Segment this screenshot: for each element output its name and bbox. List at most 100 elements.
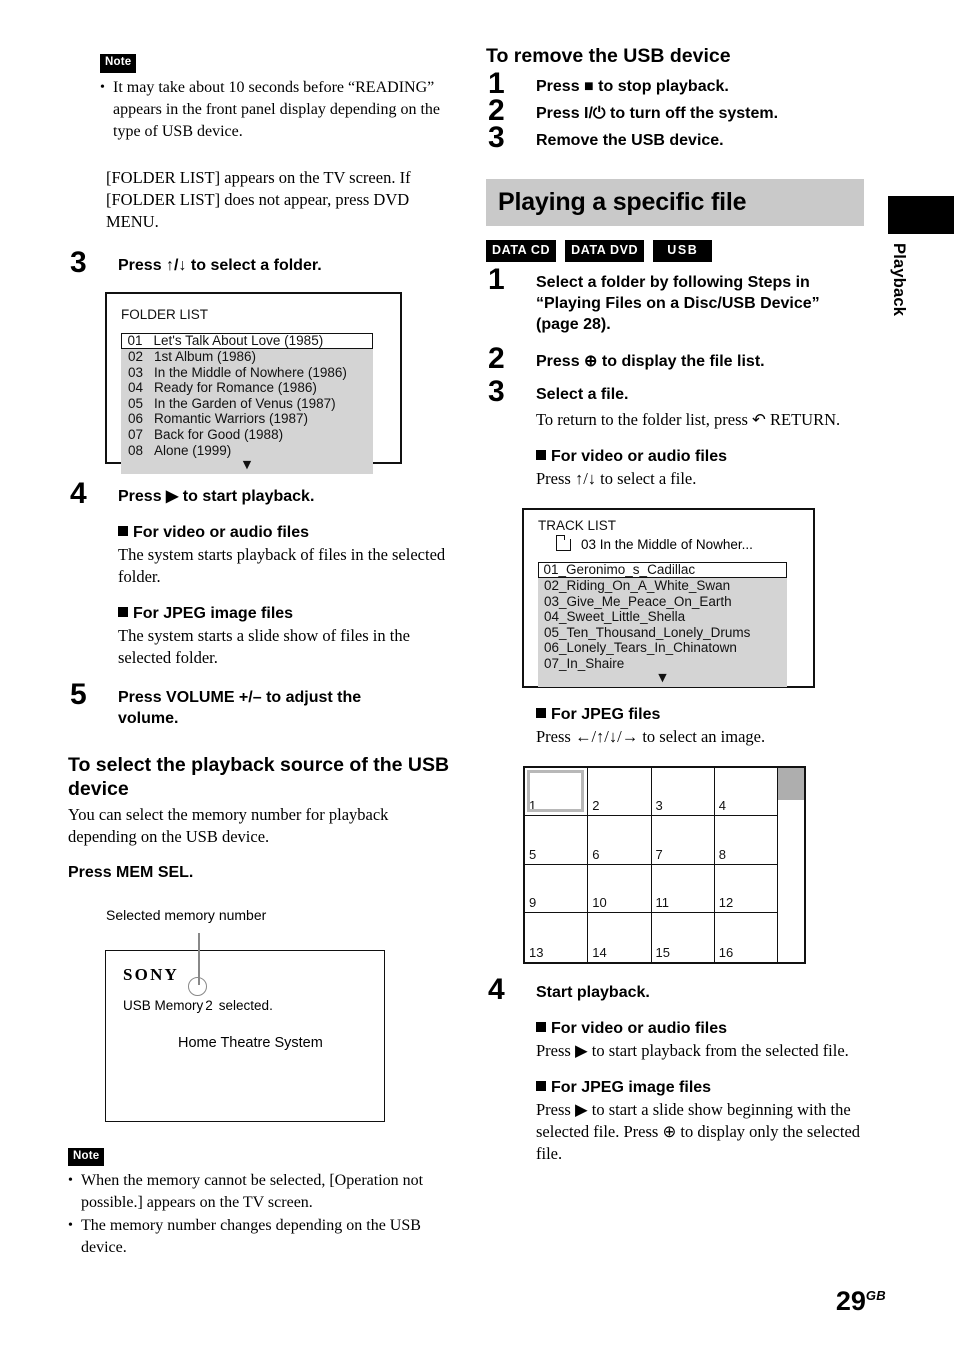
thumbnail-cell[interactable]: 5 xyxy=(525,816,589,865)
remove-step-3: 3 Remove the USB device. xyxy=(486,123,864,153)
thumbnail-cell[interactable]: 7 xyxy=(651,816,715,865)
track-list-item[interactable]: 05_Ten_Thousand_Lonely_Drums xyxy=(538,625,787,641)
step-title: Start playback. xyxy=(536,983,650,1001)
thumbnail-cell[interactable]: 1 xyxy=(525,767,589,816)
folder-list-item[interactable]: 06 Romantic Warriors (1987) xyxy=(121,412,373,428)
left-column: Note It may take about 10 seconds before… xyxy=(68,52,453,1260)
thumbnail-cell[interactable]: 9 xyxy=(525,864,589,913)
badge-usb: USB xyxy=(653,240,713,262)
scroll-down-caret-icon[interactable]: ▼ xyxy=(121,459,373,470)
folder-list-item[interactable]: 05 In the Garden of Venus (1987) xyxy=(121,396,373,412)
section-heading: To select the playback source of the USB… xyxy=(68,753,450,800)
section-heading-remove-usb: To remove the USB device xyxy=(486,45,731,67)
subsection-jpeg-image-body: Press ▶ to start a slide show beginning … xyxy=(536,1099,861,1163)
display-line-model: Home Theatre System xyxy=(178,1034,323,1051)
thumbnail-label: 10 xyxy=(592,895,607,910)
thumbnail-cell[interactable]: 2 xyxy=(588,767,652,816)
thumbnail-scrollbar[interactable] xyxy=(778,767,804,962)
folder-item-name: 1st Album (1986) xyxy=(154,349,257,365)
subsection-jpeg-heading: For JPEG files xyxy=(536,704,864,725)
thumbnail-label: 12 xyxy=(718,895,734,910)
note-item: The memory number changes depending on t… xyxy=(68,1215,453,1259)
current-folder-label: 03 In the Middle of Nowher... xyxy=(581,536,753,552)
subsection-video-audio-body: The system starts playback of files in t… xyxy=(118,544,446,586)
thumbnail-cell[interactable]: 3 xyxy=(651,767,715,816)
thumbnail-label: 5 xyxy=(529,846,537,862)
square-bullet-icon xyxy=(118,606,128,617)
track-list-item[interactable]: 04_Sweet_Little_Shella xyxy=(538,610,787,626)
scroll-down-caret-icon[interactable]: ▼ xyxy=(538,672,787,683)
step-number: 3 xyxy=(488,121,505,154)
subsection-video-audio-body: Press ▶ to start playback from the selec… xyxy=(536,1040,849,1060)
track-list-item[interactable]: 02_Riding_On_A_White_Swan xyxy=(538,578,787,595)
folder-list-screen: FOLDER LIST 01 Let's Talk About Love (198… xyxy=(105,291,402,474)
folder-item-number: 04 xyxy=(128,380,144,396)
thumbnail-label: 8 xyxy=(718,846,726,862)
track-list-item[interactable]: 07_In_Shaire xyxy=(538,656,787,673)
thumbnail-label: 15 xyxy=(655,944,670,960)
thumbnail-cell[interactable]: 6 xyxy=(588,816,652,865)
thumbnail-cell[interactable]: 16 xyxy=(714,913,778,962)
selected-memory-number-caption: Selected memory number xyxy=(106,906,267,923)
step-number: 2 xyxy=(488,341,505,375)
track-list-item[interactable]: 01_Geronimo_s_Cadillac xyxy=(538,561,787,579)
thumbnail-cell[interactable]: 13 xyxy=(525,913,589,962)
folder-list-item[interactable]: 04 Ready for Romance (1986) xyxy=(121,380,373,397)
step-title: Press ↑/↓ to select a folder. xyxy=(118,256,322,274)
folder-list-item[interactable]: 01 Let's Talk About Love (1985) xyxy=(121,332,373,350)
folder-list-item[interactable]: 02 1st Album (1986) xyxy=(121,349,373,366)
folder-item-number: 02 xyxy=(128,349,144,365)
folder-list-item[interactable]: 08 Alone (1999) xyxy=(121,443,373,459)
thumbnail-label: 11 xyxy=(655,895,670,910)
folder-item-name: Back for Good (1988) xyxy=(154,427,284,443)
thumbnail-label: 2 xyxy=(592,798,600,813)
thumbnail-cell[interactable]: 8 xyxy=(714,816,778,865)
thumbnail-cell[interactable]: 4 xyxy=(714,767,778,816)
note-block-top: Note It may take about 10 seconds before… xyxy=(100,52,453,143)
step-title: Select a folder by following Steps in “P… xyxy=(536,273,820,333)
note-item: It may take about 10 seconds before “REA… xyxy=(100,77,453,143)
folder-list-item[interactable]: 07 Back for Good (1988) xyxy=(121,427,373,444)
step-number: 5 xyxy=(70,677,87,711)
media-format-badges: DATA CD DATA DVD USB xyxy=(486,240,864,262)
thumbnail-cell[interactable]: 15 xyxy=(651,913,715,962)
subsection-label: For video or audio files xyxy=(551,1019,728,1037)
subsection-jpeg-image-heading: For JPEG image files xyxy=(536,1077,864,1098)
front-panel-display-illustration: SONY USB Memory 2 selected. Home Theatre S… xyxy=(105,949,385,1122)
thumbnail-cell[interactable]: 10 xyxy=(588,864,652,913)
section-playback-source: To select the playback source of the USB… xyxy=(68,753,453,883)
thumbnail-label: 9 xyxy=(529,895,537,910)
display-line-usb-memory: USB Memory 2 selected. xyxy=(123,998,384,1013)
step-4-start-playback: 4 Press ▶ to start playback. For video o… xyxy=(68,478,453,669)
page-number: 29GB xyxy=(836,1282,886,1315)
track-list-title: TRACK LIST xyxy=(538,517,617,533)
page-number-value: 29 xyxy=(835,1286,866,1316)
thumbnail-cell[interactable]: 12 xyxy=(714,864,778,913)
square-bullet-icon xyxy=(118,525,128,536)
thumbnail-label: 16 xyxy=(718,944,734,960)
thumbnail-cell[interactable]: 11 xyxy=(651,864,715,913)
display-memory-number: 2 xyxy=(205,997,213,1013)
thumbnail-label: 14 xyxy=(592,944,607,960)
step-title: Select a file. xyxy=(536,385,629,403)
square-bullet-icon xyxy=(536,1080,546,1091)
step-number: 4 xyxy=(488,972,505,1006)
scrollbar-thumb[interactable] xyxy=(778,767,804,800)
folder-item-name: Ready for Romance (1986) xyxy=(154,380,317,396)
page-number-suffix: GB xyxy=(865,1288,886,1303)
thumbnail-cell[interactable]: 14 xyxy=(588,913,652,962)
folder-list-item[interactable]: 03 In the Middle of Nowhere (1986) xyxy=(121,365,373,381)
folder-item-name: Romantic Warriors (1987) xyxy=(154,411,309,427)
badge-data-cd: DATA CD xyxy=(486,240,557,262)
folder-item-number: 03 xyxy=(128,364,144,380)
track-list-item[interactable]: 06_Lonely_Tears_In_Chinatown xyxy=(538,641,787,657)
square-bullet-icon xyxy=(536,707,546,718)
folder-item-number: 01 xyxy=(127,332,143,348)
folder-icon xyxy=(555,535,571,551)
folder-item-number: 08 xyxy=(128,442,144,458)
note-item-list: When the memory cannot be selected, [Ope… xyxy=(68,1170,453,1259)
thumbnail-label: 7 xyxy=(655,846,663,862)
track-list-item[interactable]: 03_Give_Me_Peace_On_Earth xyxy=(538,594,787,610)
thumbnail-label: 1 xyxy=(529,798,537,813)
note-block-bottom: Note When the memory cannot be selected,… xyxy=(68,1146,453,1260)
